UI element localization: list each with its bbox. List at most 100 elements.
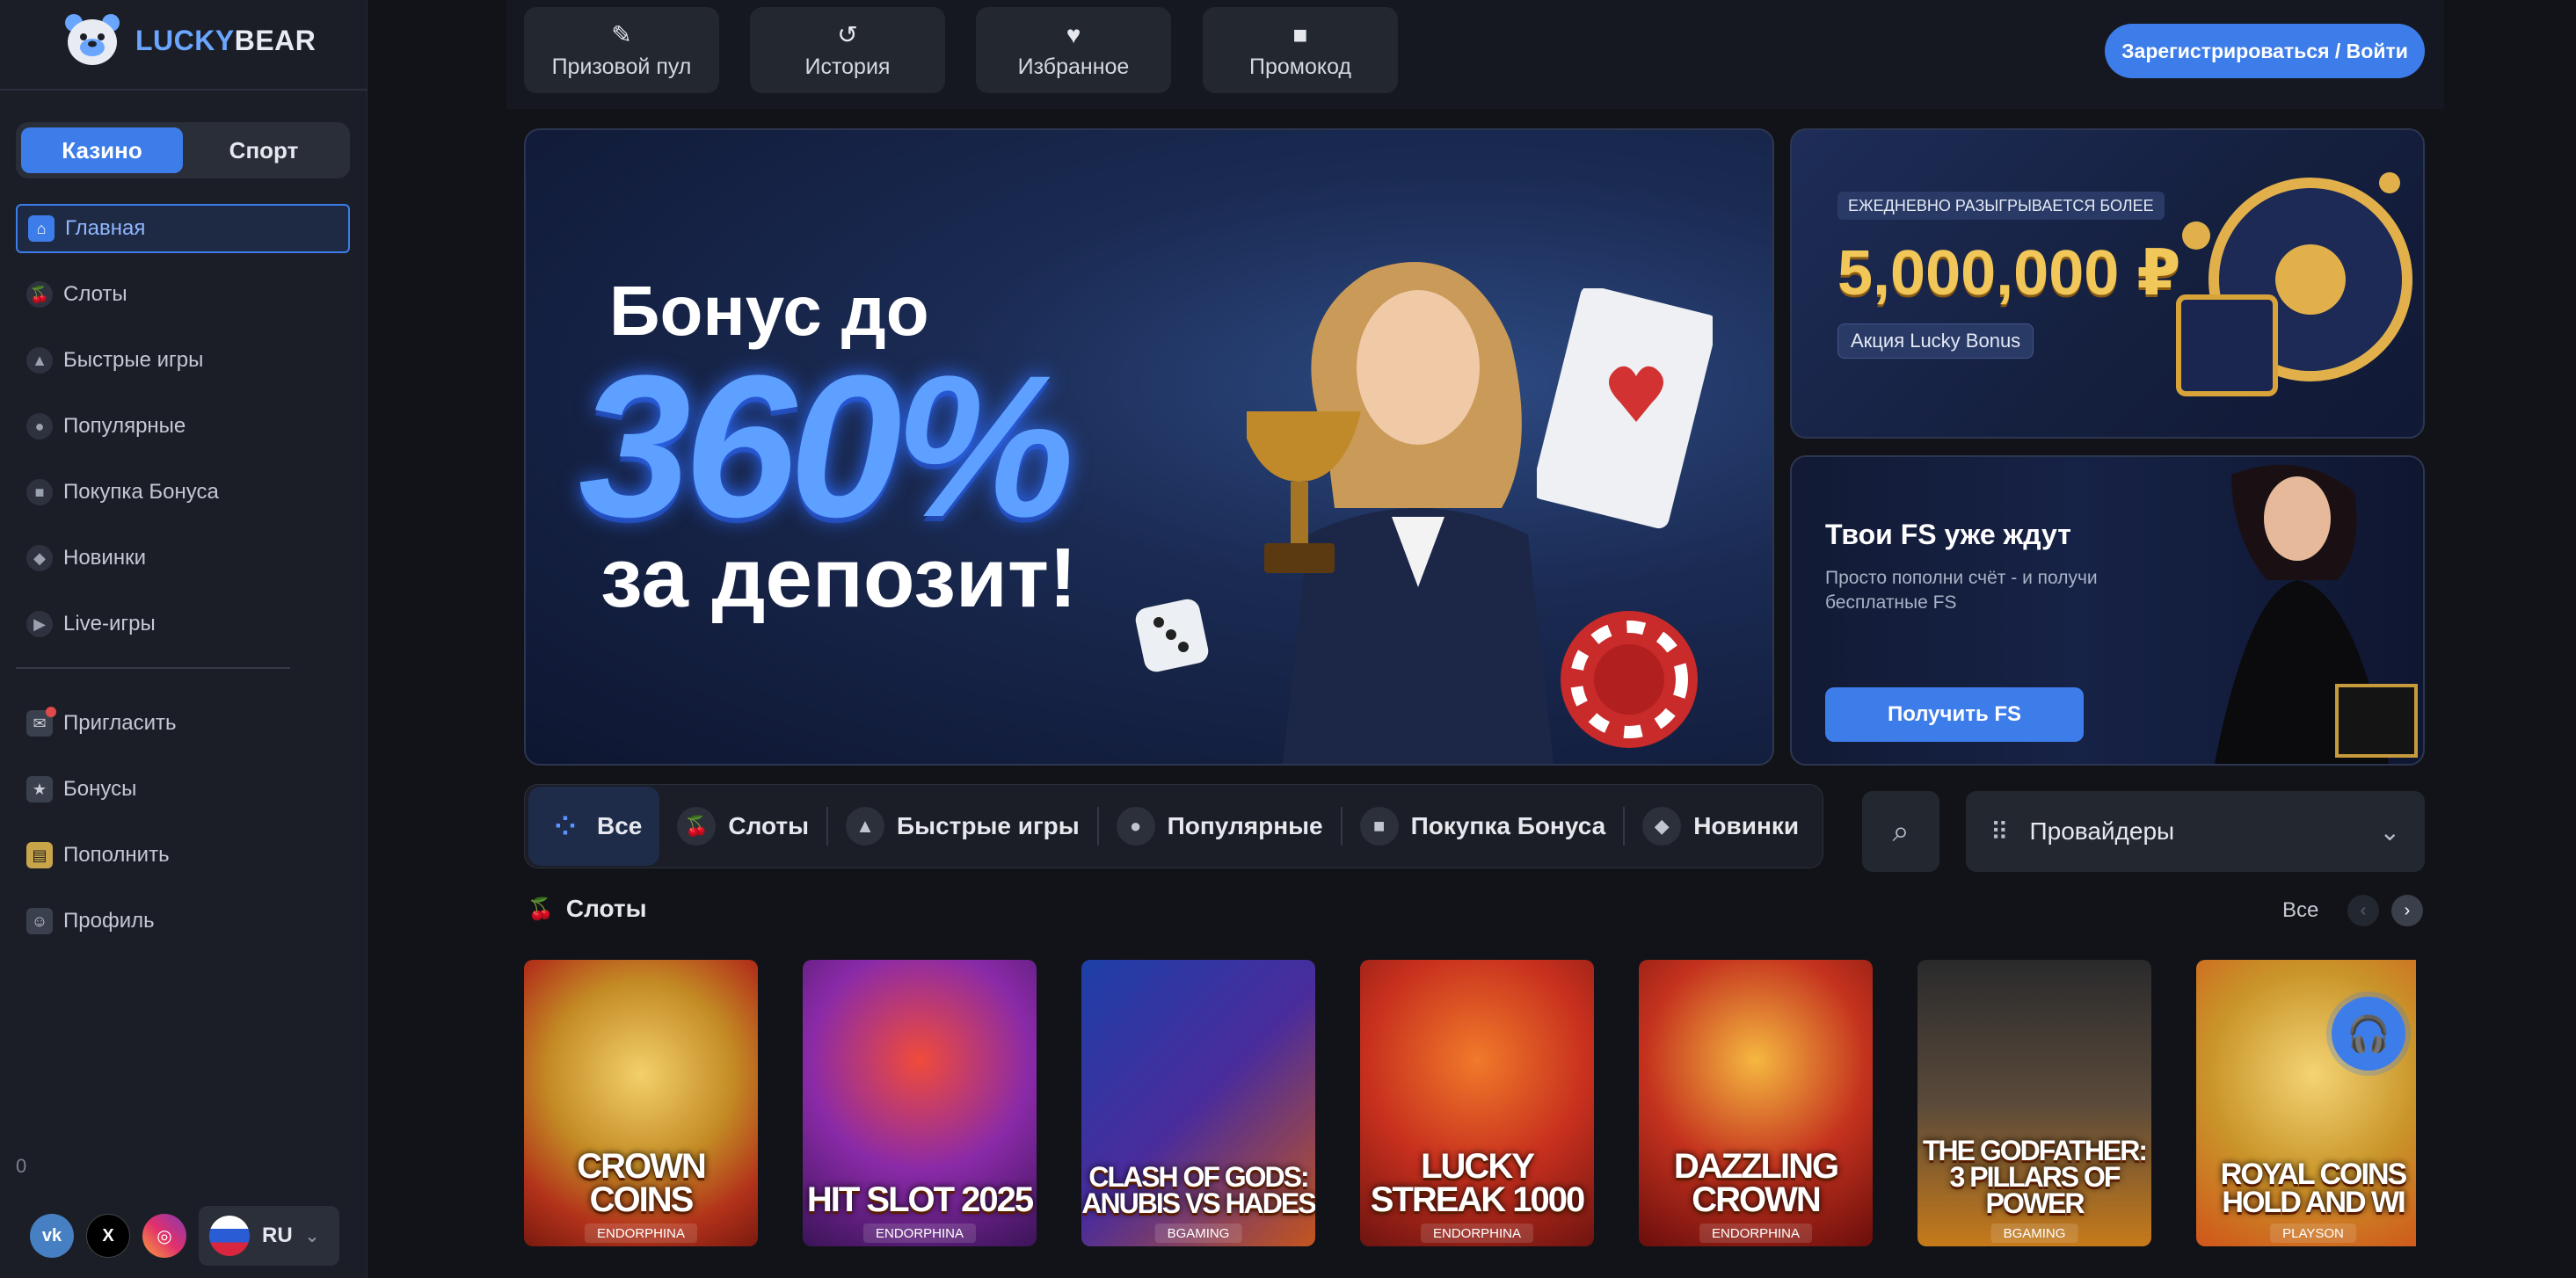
nav-label: Новинки bbox=[63, 546, 146, 570]
nav-item-fast-games[interactable]: ▲ Быстрые игры bbox=[16, 336, 350, 385]
game-card[interactable]: THE GODFATHER: 3 PILLARS OF POWER BGAMIN… bbox=[1917, 960, 2151, 1246]
wallet-icon: ▤ bbox=[26, 842, 53, 868]
prize-pool-button[interactable]: ✎ Призовой пул bbox=[524, 7, 719, 93]
new-icon: ◆ bbox=[26, 545, 53, 571]
x-icon[interactable]: X bbox=[86, 1214, 130, 1258]
logo[interactable]: LUCKYBEAR bbox=[62, 12, 316, 69]
history-button[interactable]: ↺ История bbox=[750, 7, 945, 93]
tab-slots[interactable]: 🍒 Слоты bbox=[659, 787, 826, 866]
grid-icon: ⁘ bbox=[554, 811, 577, 841]
game-provider: ENDORPHINA bbox=[584, 1224, 698, 1243]
home-icon: ⌂ bbox=[28, 215, 55, 242]
section-header: 🍒 Слоты bbox=[528, 895, 647, 923]
providers-dropdown[interactable]: ⠿ Провайдеры ⌄ bbox=[1966, 791, 2425, 872]
game-title: THE GODFATHER: 3 PILLARS OF POWER bbox=[1922, 1135, 2148, 1219]
game-card[interactable]: DAZZLING CROWN ENDORPHINA bbox=[1639, 960, 1873, 1246]
ticket-icon: ✎ bbox=[611, 21, 632, 48]
search-button[interactable]: ⌕ bbox=[1862, 791, 1939, 872]
rocket-icon: ▲ bbox=[26, 347, 53, 374]
hero-banner[interactable]: Бонус до 360% за депозит! bbox=[524, 128, 1774, 766]
bonus-icon: ★ bbox=[26, 776, 53, 802]
game-title: DAZZLING CROWN bbox=[1673, 1147, 1839, 1219]
playing-card-image bbox=[1537, 288, 1713, 529]
hero-line-3: за депозит! bbox=[600, 531, 1077, 625]
button-label: Призовой пул bbox=[551, 54, 692, 79]
support-headset-icon[interactable]: 🎧 bbox=[2332, 997, 2405, 1071]
casino-tab[interactable]: Казино bbox=[21, 127, 183, 173]
game-card[interactable]: LUCKY STREAK 1000 ENDORPHINA bbox=[1360, 960, 1594, 1246]
game-provider: BGAMING bbox=[1154, 1224, 1242, 1243]
dropdown-label: Провайдеры bbox=[2029, 817, 2175, 845]
tab-bonus-buy[interactable]: ■ Покупка Бонуса bbox=[1343, 787, 1624, 866]
prev-arrow-icon[interactable]: ‹ bbox=[2347, 895, 2379, 926]
nav-item-home[interactable]: ⌂ Главная bbox=[16, 204, 350, 253]
hero-percent: 360% bbox=[579, 333, 1074, 559]
cherry-icon: 🍒 bbox=[677, 807, 717, 846]
nav-divider bbox=[16, 667, 290, 669]
button-label: Избранное bbox=[1017, 54, 1130, 79]
get-fs-button[interactable]: Получить FS bbox=[1825, 687, 2084, 742]
gift-icon: ■ bbox=[26, 479, 53, 505]
tab-all[interactable]: ⁘ Все bbox=[528, 787, 660, 866]
nav-label: Live-игры bbox=[63, 612, 156, 635]
counter: 0 bbox=[16, 1155, 27, 1177]
language-select[interactable]: RU ⌄ bbox=[199, 1206, 339, 1266]
promocode-button[interactable]: ■ Промокод bbox=[1203, 7, 1398, 93]
game-title: CLASH OF GODS: ANUBIS VS HADES bbox=[1081, 1161, 1315, 1219]
game-card[interactable]: HIT SLOT 2025 ENDORPHINA bbox=[803, 960, 1037, 1246]
nav-item-deposit[interactable]: ▤ Пополнить bbox=[16, 831, 350, 880]
nav-item-new[interactable]: ◆ Новинки bbox=[16, 534, 350, 583]
nav-item-bonus-buy[interactable]: ■ Покупка Бонуса bbox=[16, 468, 350, 517]
nav-item-live[interactable]: ▶ Live-игры bbox=[16, 599, 350, 649]
game-provider: ENDORPHINA bbox=[862, 1224, 977, 1243]
game-card[interactable]: CROWN COINS ENDORPHINA bbox=[524, 960, 758, 1246]
view-all-link[interactable]: Все bbox=[2282, 898, 2318, 923]
sidebar: LUCKYBEAR Казино Спорт ⌂ Главная 🍒 Слоты ▲… bbox=[0, 0, 367, 1278]
game-provider: ENDORPHINA bbox=[1420, 1224, 1534, 1243]
user-icon: ☺ bbox=[26, 908, 53, 934]
game-provider: ENDORPHINA bbox=[1699, 1224, 1813, 1243]
tab-label: Все bbox=[597, 812, 643, 839]
button-label: Промокод bbox=[1248, 54, 1352, 79]
nav-label: Быстрые игры bbox=[63, 348, 204, 372]
bear-logo-icon bbox=[65, 14, 120, 65]
register-login-button[interactable]: Зарегистрироваться / Войти bbox=[2105, 24, 2425, 78]
nav-item-popular[interactable]: ● Популярные bbox=[16, 402, 350, 451]
nav-label: Популярные bbox=[63, 414, 186, 438]
tab-fast-games[interactable]: ▲ Быстрые игры bbox=[828, 787, 1097, 866]
prize-amount: 5,000,000 ₽ bbox=[1837, 238, 2181, 309]
tab-label: Популярные bbox=[1167, 812, 1323, 839]
tab-label: Слоты bbox=[728, 812, 810, 839]
game-provider: PLAYSON bbox=[2270, 1224, 2356, 1243]
vk-icon[interactable]: vk bbox=[30, 1214, 74, 1258]
tab-new[interactable]: ◆ Новинки bbox=[1625, 787, 1816, 866]
history-icon: ↺ bbox=[837, 21, 858, 48]
free-spins-promo[interactable]: Твои FS уже ждут Просто пополни счёт - и… bbox=[1790, 455, 2425, 766]
promo-subtitle: Просто пополни счёт - и получи бесплатны… bbox=[1825, 568, 2098, 613]
nav-item-slots[interactable]: 🍒 Слоты bbox=[16, 270, 350, 319]
favorites-button[interactable]: ♥ Избранное bbox=[976, 7, 1171, 93]
nav-label: Слоты bbox=[63, 282, 127, 306]
nav-label: Главная bbox=[65, 216, 146, 240]
daily-prize-promo[interactable]: ЕЖЕДНЕВНО РАЗЫГРЫВАЕТСЯ БОЛЕЕ 5,000,000 … bbox=[1790, 128, 2425, 439]
sport-tab[interactable]: Спорт bbox=[183, 127, 345, 173]
prize-wheel-image bbox=[2176, 172, 2412, 396]
chevron-down-icon: ⌄ bbox=[2379, 817, 2400, 846]
game-title: HIT SLOT 2025 bbox=[806, 1180, 1034, 1219]
chevron-down-icon: ⌄ bbox=[304, 1226, 320, 1246]
nav-item-invite[interactable]: ✉ Пригласить bbox=[16, 699, 350, 748]
rocket-icon: ▲ bbox=[846, 807, 885, 846]
promo-title: Твои FS уже ждут bbox=[1825, 519, 2071, 550]
tab-popular[interactable]: ● Популярные bbox=[1099, 787, 1341, 866]
game-title: LUCKY STREAK 1000 bbox=[1370, 1147, 1586, 1219]
game-card[interactable]: CLASH OF GODS: ANUBIS VS HADES BGAMING bbox=[1081, 960, 1315, 1246]
instagram-icon[interactable]: ◎ bbox=[142, 1214, 186, 1258]
nav-item-profile[interactable]: ☺ Профиль bbox=[16, 897, 350, 946]
dice-icon bbox=[1135, 599, 1209, 672]
section-title: Слоты bbox=[565, 895, 647, 922]
nav-label: Покупка Бонуса bbox=[63, 480, 219, 504]
russia-flag-icon bbox=[209, 1216, 250, 1256]
next-arrow-icon[interactable]: › bbox=[2391, 895, 2423, 926]
nav-item-bonuses[interactable]: ★ Бонусы bbox=[16, 765, 350, 814]
promo-tag[interactable]: Акция Lucky Bonus bbox=[1837, 323, 2034, 359]
